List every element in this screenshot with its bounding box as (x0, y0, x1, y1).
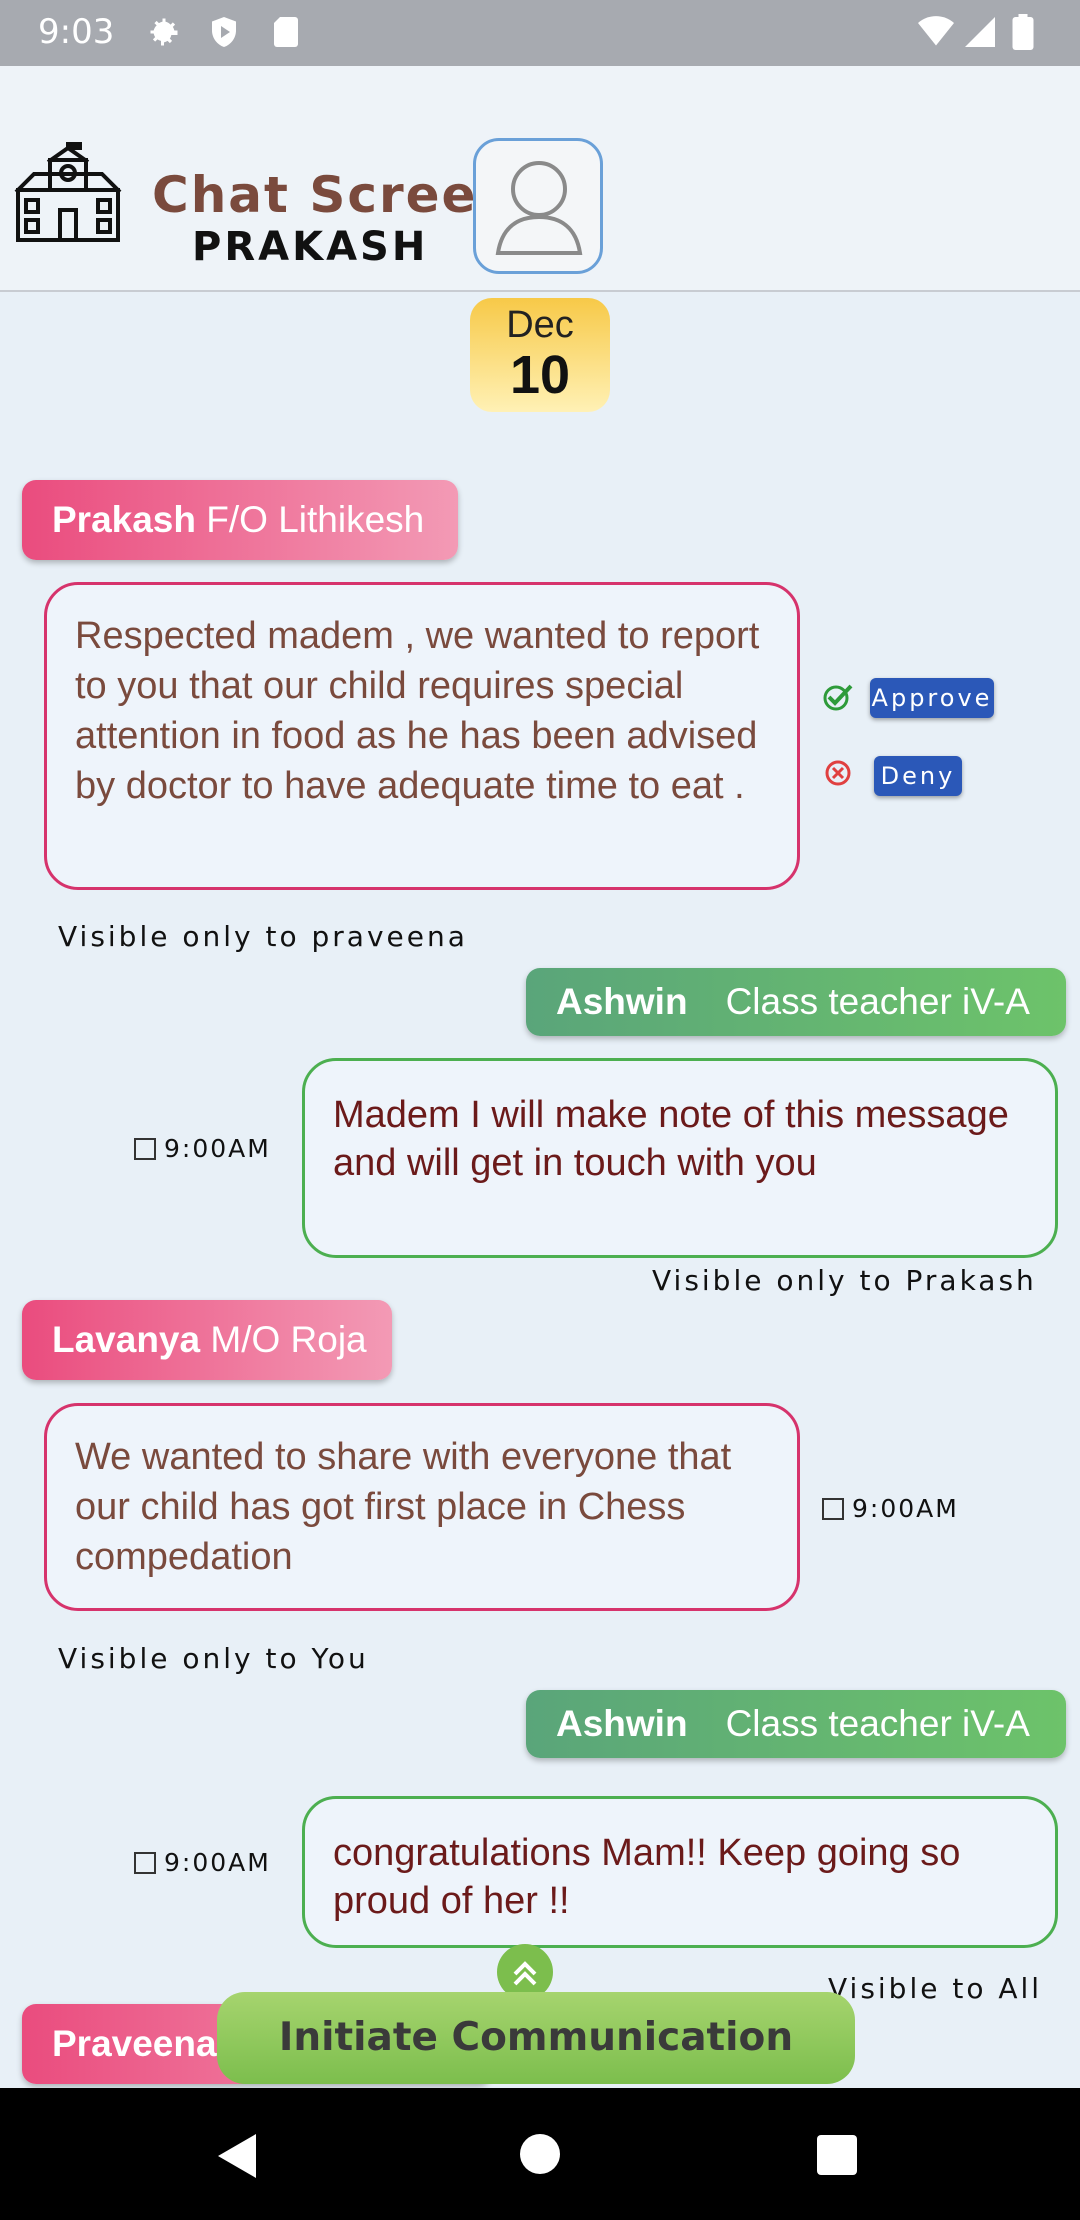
clock-icon (822, 1498, 844, 1520)
message-bubble[interactable]: Respected madem , we wanted to report to… (44, 582, 800, 890)
check-icon[interactable] (822, 682, 856, 712)
deny-button[interactable]: Deny (874, 756, 962, 796)
navigation-bar (0, 2088, 1080, 2220)
sender-name: Lavanya (52, 1319, 201, 1360)
sender-tag: Ashwin Class teacher iV-A (526, 968, 1066, 1036)
message-time: 9:00AM (134, 1134, 271, 1163)
message-bubble[interactable]: We wanted to share with everyone that ou… (44, 1403, 800, 1611)
back-icon[interactable] (216, 2132, 260, 2180)
recents-icon[interactable] (816, 2134, 858, 2176)
wifi-icon (918, 16, 954, 46)
home-icon[interactable] (518, 2132, 562, 2176)
sender-role: Class teacher iV-A (725, 981, 1030, 1022)
message-time: 9:00AM (134, 1848, 271, 1877)
approve-button[interactable]: Approve (870, 678, 994, 718)
school-icon (14, 142, 122, 242)
message-text: congratulations Mam!! Keep going so prou… (333, 1832, 961, 1922)
sender-name: Ashwin (556, 981, 688, 1022)
sender-tag: Ashwin Class teacher iV-A (526, 1690, 1066, 1758)
signal-icon (965, 17, 995, 47)
sender-relation: M/O Roja (210, 1319, 367, 1360)
sender-name: Prakash (52, 499, 196, 540)
visibility-label: Visible to All (828, 1972, 1043, 2005)
time-text: 9:00AM (164, 1848, 271, 1877)
status-time: 9:03 (38, 12, 115, 52)
visibility-label: Visible only to You (58, 1642, 369, 1675)
initiate-communication-button[interactable]: Initiate Communication (217, 1992, 855, 2084)
clock-icon (134, 1852, 156, 1874)
avatar-icon (495, 161, 583, 255)
battery-icon (1012, 14, 1034, 50)
settings-icon (150, 18, 178, 46)
date-badge: Dec 10 (470, 298, 610, 412)
sender-tag: Lavanya M/O Roja (22, 1300, 392, 1380)
sender-name: Praveena (52, 2023, 217, 2064)
message-bubble[interactable]: congratulations Mam!! Keep going so prou… (302, 1796, 1058, 1948)
visibility-label: Visible only to Prakash (652, 1264, 1037, 1297)
sd-card-icon (274, 17, 298, 47)
date-month: Dec (506, 304, 574, 346)
time-text: 9:00AM (164, 1134, 271, 1163)
time-text: 9:00AM (852, 1494, 959, 1523)
cancel-icon[interactable] (824, 758, 854, 788)
sender-tag: Prakash F/O Lithikesh (22, 480, 458, 560)
sender-role: Class teacher iV-A (725, 1703, 1030, 1744)
page-subtitle: PRAKASH (192, 224, 429, 270)
clock-icon (134, 1138, 156, 1160)
message-text: Madem I will make note of this message a… (333, 1094, 1009, 1184)
avatar[interactable] (473, 138, 603, 274)
date-day: 10 (509, 345, 571, 405)
message-bubble[interactable]: Madem I will make note of this message a… (302, 1058, 1058, 1258)
message-time: 9:00AM (822, 1494, 959, 1523)
message-text: Respected madem , we wanted to report to… (75, 615, 760, 807)
message-text: We wanted to share with everyone that ou… (75, 1436, 732, 1578)
page-title: Chat Screen (152, 166, 516, 224)
status-bar: 9:03 (0, 0, 1080, 66)
shield-icon (212, 17, 236, 47)
visibility-label: Visible only to praveena (58, 920, 468, 953)
sender-relation: F/O Lithikesh (206, 499, 425, 540)
sender-name: Ashwin (556, 1703, 688, 1744)
